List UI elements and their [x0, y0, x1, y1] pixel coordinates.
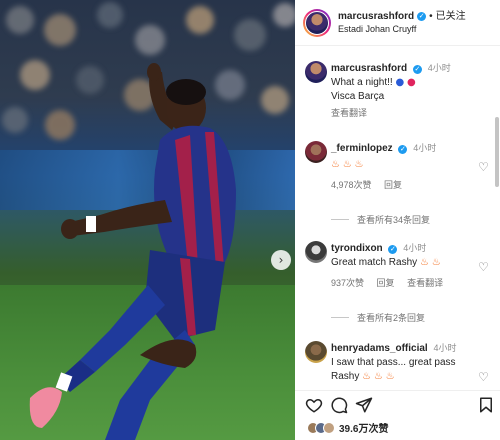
- fire-icon: ♨: [362, 371, 372, 382]
- like-comment-heart-icon[interactable]: ♡: [478, 371, 490, 383]
- author-avatar[interactable]: [303, 8, 331, 37]
- divider: [331, 317, 349, 318]
- comment-username[interactable]: henryadams_official: [331, 343, 428, 354]
- comment-text: I saw that pass... great pass: [331, 357, 456, 368]
- post-location[interactable]: Estadi Johan Cruyff: [338, 23, 466, 36]
- comment-likes[interactable]: 937次赞: [331, 278, 364, 288]
- view-replies-label: 查看所有2条回复: [357, 313, 426, 323]
- post-sidebar: marcusrashford ✓ • 已关注 Estadi Johan Cruy…: [295, 0, 500, 440]
- verified-icon: ✓: [412, 65, 422, 74]
- divider: [331, 219, 349, 220]
- post-header: marcusrashford ✓ • 已关注 Estadi Johan Cruy…: [295, 0, 500, 46]
- comment-time: 4小时: [403, 243, 427, 253]
- fire-icon: ♨: [431, 257, 441, 268]
- share-icon[interactable]: [355, 396, 373, 414]
- likes-summary[interactable]: 39.6万次赞: [307, 420, 388, 435]
- view-replies-link[interactable]: 查看所有2条回复: [331, 311, 425, 324]
- fire-icon: ♨: [385, 371, 395, 382]
- commenter-avatar[interactable]: [305, 241, 327, 263]
- liker-avatar: [323, 421, 335, 434]
- commenter-avatar[interactable]: [305, 141, 327, 163]
- heart-icon[interactable]: [305, 396, 323, 414]
- player-figure: [29, 63, 236, 440]
- likes-count[interactable]: 39.6万次赞: [339, 420, 388, 435]
- comment-username[interactable]: tyrondixon: [331, 243, 383, 254]
- caption-line: What a night!!: [331, 77, 393, 88]
- fire-icon: ♨: [373, 371, 383, 382]
- comment-icon[interactable]: [330, 396, 348, 414]
- author-avatar[interactable]: [305, 61, 327, 83]
- fire-icon: ♨: [354, 159, 364, 170]
- blue-circle-icon: ●: [395, 77, 405, 88]
- like-comment-heart-icon[interactable]: ♡: [478, 161, 490, 173]
- caption-line: Visca Barça: [331, 91, 385, 102]
- comment-username[interactable]: marcusrashford: [331, 63, 407, 74]
- fire-icon: ♨: [342, 159, 352, 170]
- separator-dot: •: [429, 10, 433, 22]
- comment-time: 4小时: [413, 143, 437, 153]
- author-username[interactable]: marcusrashford: [338, 10, 414, 23]
- translate-link[interactable]: 查看翻译: [331, 108, 367, 118]
- reply-link[interactable]: 回复: [384, 180, 402, 190]
- comment-likes[interactable]: 4,978次赞: [331, 180, 372, 190]
- verified-icon: ✓: [398, 145, 408, 154]
- post-actions-bar: [295, 390, 500, 414]
- comments-list: marcusrashford ✓ 4小时 What a night!! ● ● …: [295, 47, 500, 384]
- next-photo-button[interactable]: ›: [271, 250, 291, 270]
- scrollbar[interactable]: [495, 117, 499, 187]
- commenter-avatar[interactable]: [305, 341, 327, 363]
- red-circle-icon: ●: [407, 77, 416, 88]
- like-comment-heart-icon[interactable]: ♡: [478, 261, 490, 273]
- post-photo: ›: [0, 0, 295, 440]
- comment-time: 4小时: [433, 343, 457, 353]
- comment-text: Great match Rashy: [331, 257, 418, 268]
- fire-icon: ♨: [419, 257, 429, 268]
- view-replies-label: 查看所有34条回复: [357, 215, 431, 225]
- fire-icon: ♨: [331, 159, 340, 170]
- translate-link[interactable]: 查看翻译: [407, 278, 443, 288]
- comment-username[interactable]: _ferminlopez: [331, 143, 393, 154]
- chevron-right-icon: ›: [278, 253, 284, 267]
- view-replies-link[interactable]: 查看所有34条回复: [331, 213, 430, 226]
- reply-link[interactable]: 回复: [377, 278, 395, 288]
- comment-text-continued: Rashy: [331, 371, 360, 382]
- verified-icon: ✓: [417, 11, 427, 21]
- comment-time: 4小时: [427, 63, 451, 73]
- following-button[interactable]: 已关注: [436, 10, 466, 23]
- verified-icon: ✓: [388, 245, 398, 254]
- bookmark-icon[interactable]: [477, 396, 495, 414]
